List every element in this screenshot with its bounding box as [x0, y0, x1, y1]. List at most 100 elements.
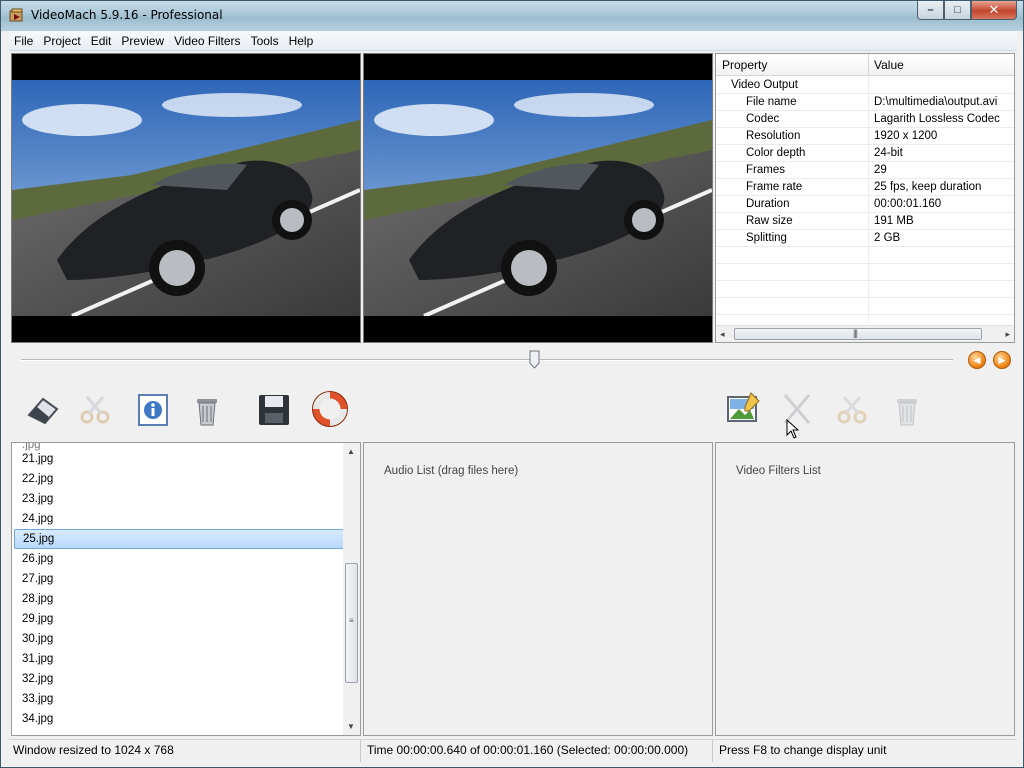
property-value: 191 MB: [874, 215, 914, 227]
scroll-grip: |||: [853, 328, 858, 338]
status-hint: Press F8 to change display unit: [719, 743, 887, 757]
property-row[interactable]: Raw size 191 MB: [716, 213, 1014, 230]
property-value: D:\multimedia\output.avi: [874, 96, 998, 108]
video-file-list[interactable]: .jpg 21.jpg 22.jpg 23.jpg 24.jpg 25.jpg …: [11, 442, 361, 736]
property-group-video-output[interactable]: Video Output: [716, 77, 1014, 94]
empty-row: [716, 264, 1014, 281]
property-row[interactable]: Resolution 1920 x 1200: [716, 128, 1014, 145]
scissors-icon[interactable]: [832, 389, 872, 429]
app-icon: [9, 8, 23, 22]
property-key: Duration: [746, 198, 790, 210]
menu-preview[interactable]: Preview: [116, 34, 169, 48]
list-item[interactable]: 22.jpg: [14, 469, 344, 489]
property-key: File name: [746, 96, 797, 108]
list-item[interactable]: 24.jpg: [14, 509, 344, 529]
property-row[interactable]: Duration 00:00:01.160: [716, 196, 1014, 213]
trash-icon[interactable]: [887, 389, 927, 429]
menu-bar: File Project Edit Preview Video Filters …: [9, 31, 1017, 51]
video-filters-hint: Video Filters List: [736, 465, 821, 477]
property-row[interactable]: Splitting 2 GB: [716, 230, 1014, 247]
scroll-thumb[interactable]: ≡: [345, 563, 358, 683]
property-key: Frame rate: [746, 181, 803, 193]
property-value: 2 GB: [874, 232, 901, 244]
menu-edit[interactable]: Edit: [86, 34, 117, 48]
file-list-vertical-scrollbar[interactable]: ▲ ≡ ▼: [343, 443, 360, 735]
eraser-icon[interactable]: [23, 389, 63, 429]
trash-icon[interactable]: [187, 389, 227, 429]
property-value: 25 fps, keep duration: [874, 181, 982, 193]
status-message: Window resized to 1024 x 768: [9, 740, 361, 762]
status-bar: Window resized to 1024 x 768 Time 00:00:…: [9, 739, 1017, 762]
property-grid[interactable]: Property Value Video Output File name D:\…: [715, 53, 1015, 343]
menu-help[interactable]: Help: [284, 34, 319, 48]
property-row[interactable]: Frame rate 25 fps, keep duration: [716, 179, 1014, 196]
info-icon[interactable]: [133, 389, 173, 429]
list-item-selected[interactable]: 25.jpg: [14, 529, 344, 549]
menu-tools[interactable]: Tools: [246, 34, 284, 48]
timeline-slider-thumb[interactable]: [529, 350, 540, 369]
list-item[interactable]: 21.jpg: [14, 449, 344, 469]
list-item[interactable]: 27.jpg: [14, 569, 344, 589]
next-frame-button[interactable]: ▶: [993, 351, 1011, 369]
lifebuoy-icon[interactable]: [310, 389, 350, 429]
property-value: 29: [874, 164, 887, 176]
list-item[interactable]: 26.jpg: [14, 549, 344, 569]
list-item[interactable]: 31.jpg: [14, 649, 344, 669]
status-time: Time 00:00:00.640 of 00:00:01.160 (Selec…: [363, 740, 713, 762]
car-image: [12, 80, 360, 316]
menu-video-filters[interactable]: Video Filters: [169, 34, 245, 48]
property-horizontal-scrollbar[interactable]: ◂ ||| ▸: [716, 325, 1014, 342]
scissors-icon[interactable]: [75, 389, 115, 429]
list-item[interactable]: 29.jpg: [14, 609, 344, 629]
timeline-track[interactable]: [21, 359, 953, 361]
empty-row: [716, 298, 1014, 315]
property-key: Codec: [746, 113, 780, 125]
edit-image-icon[interactable]: [723, 389, 763, 429]
list-item[interactable]: 34.jpg: [14, 709, 344, 729]
audio-list[interactable]: Audio List (drag files here): [363, 442, 713, 736]
scroll-up-arrow[interactable]: ▲: [347, 447, 355, 456]
property-key: Frames: [746, 164, 785, 176]
menu-project[interactable]: Project: [38, 34, 85, 48]
scroll-right-arrow[interactable]: ▸: [1005, 329, 1010, 340]
title-bar[interactable]: VideoMach 5.9.16 - Professional – □ ✕: [1, 1, 1023, 31]
property-value: 00:00:01.160: [874, 198, 942, 210]
save-icon[interactable]: [254, 389, 294, 429]
empty-row: [716, 281, 1014, 298]
property-row[interactable]: Color depth 24-bit: [716, 145, 1014, 162]
property-value: Lagarith Lossless Codec: [874, 113, 1000, 125]
property-grid-header: Property Value: [716, 54, 1014, 76]
property-key: Resolution: [746, 130, 801, 142]
property-row[interactable]: File name D:\multimedia\output.avi: [716, 94, 1014, 111]
audio-list-hint: Audio List (drag files here): [384, 465, 519, 477]
minimize-button[interactable]: –: [917, 1, 944, 20]
scroll-left-arrow[interactable]: ◂: [720, 329, 725, 340]
list-item[interactable]: 33.jpg: [14, 689, 344, 709]
main-window: VideoMach 5.9.16 - Professional – □ ✕ Fi…: [0, 0, 1024, 768]
scroll-grip: ≡: [349, 616, 354, 625]
list-item[interactable]: 30.jpg: [14, 629, 344, 649]
previous-frame-button[interactable]: ◀: [968, 351, 986, 369]
property-row[interactable]: Frames 29: [716, 162, 1014, 179]
empty-row: [716, 247, 1014, 264]
property-value: 1920 x 1200: [874, 130, 938, 142]
list-item[interactable]: 23.jpg: [14, 489, 344, 509]
scroll-down-arrow[interactable]: ▼: [347, 722, 355, 731]
window-title: VideoMach 5.9.16 - Professional: [31, 8, 223, 22]
menu-file[interactable]: File: [9, 34, 38, 48]
property-row[interactable]: Codec Lagarith Lossless Codec: [716, 111, 1014, 128]
list-item[interactable]: 28.jpg: [14, 589, 344, 609]
source-preview[interactable]: [11, 53, 361, 343]
scroll-thumb[interactable]: |||: [734, 328, 982, 340]
video-filters-list[interactable]: Video Filters List: [715, 442, 1015, 736]
maximize-button[interactable]: □: [944, 1, 971, 20]
mouse-cursor-icon: [786, 419, 800, 439]
property-column-header[interactable]: Property: [722, 58, 767, 72]
file-list: .jpg 21.jpg 22.jpg 23.jpg 24.jpg 25.jpg …: [12, 443, 344, 735]
list-item[interactable]: 32.jpg: [14, 669, 344, 689]
output-preview[interactable]: [363, 53, 713, 343]
car-image: [364, 80, 712, 316]
value-column-header[interactable]: Value: [874, 58, 904, 72]
property-key: Splitting: [746, 232, 787, 244]
close-button[interactable]: ✕: [971, 1, 1017, 20]
